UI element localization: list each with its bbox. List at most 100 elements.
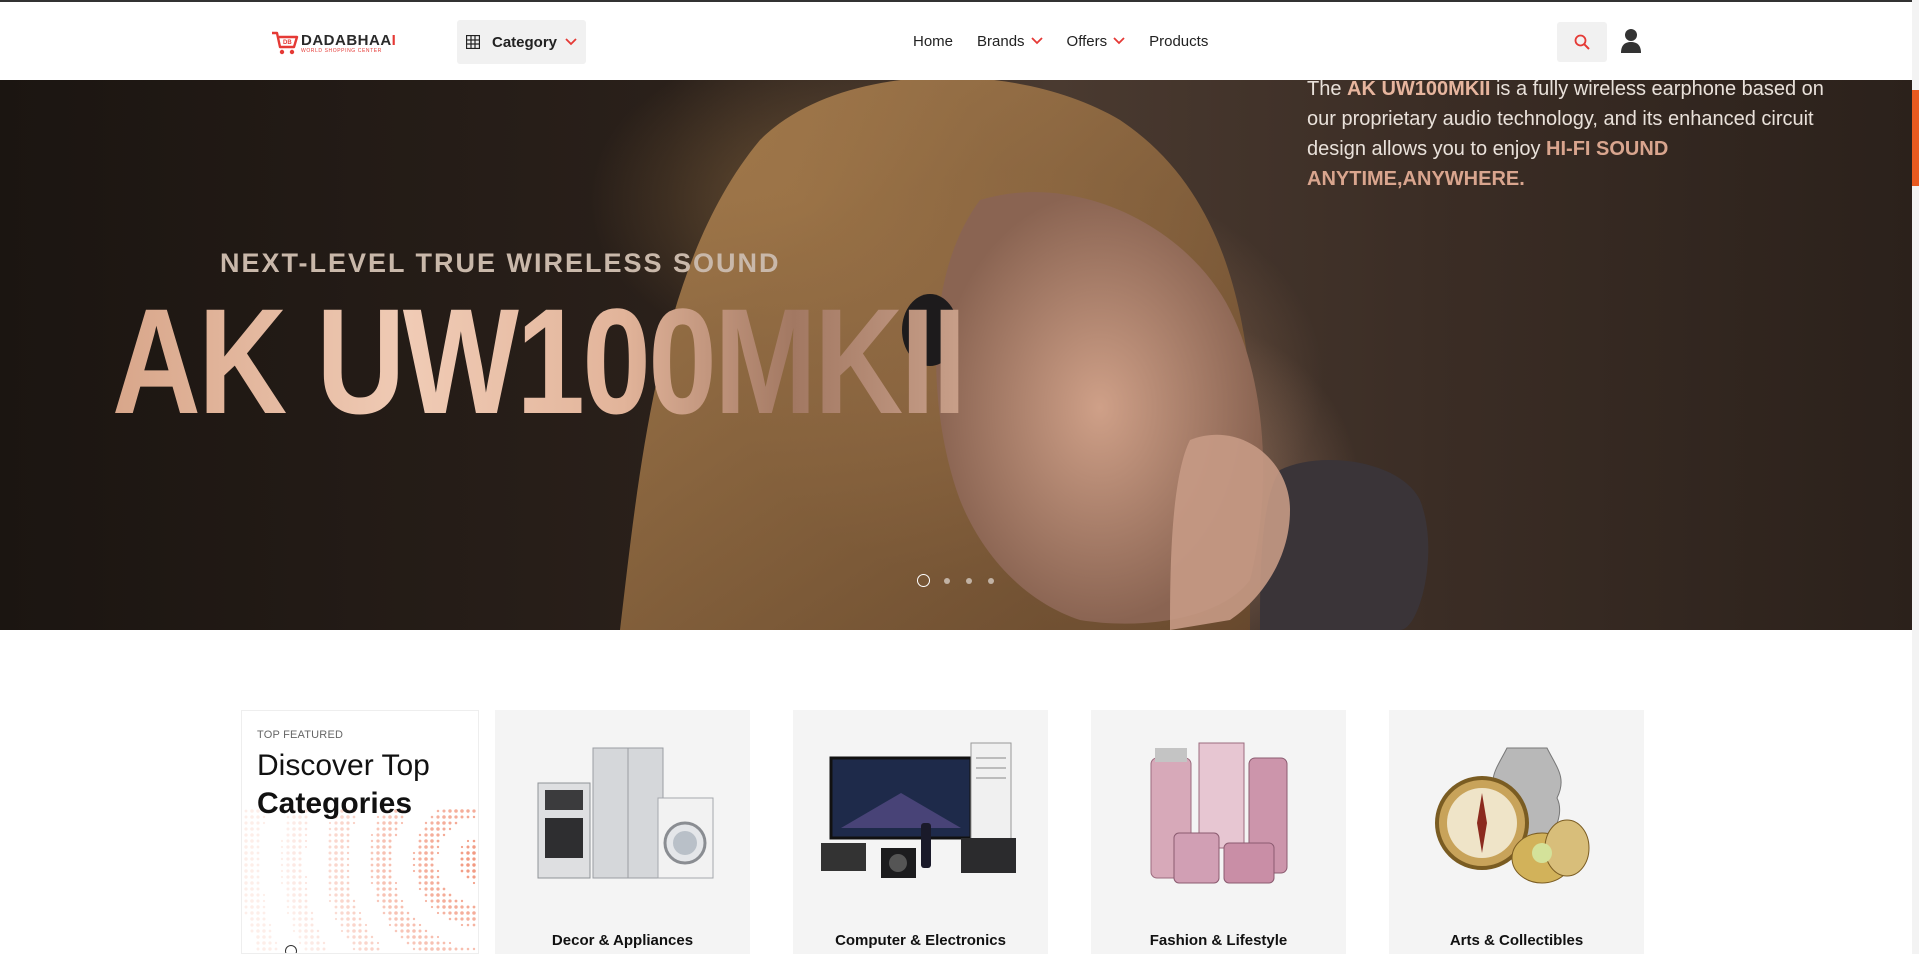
pattern-dot <box>340 911 344 915</box>
pattern-dot <box>412 923 416 927</box>
pattern-dot <box>382 851 386 855</box>
carousel-dot-2[interactable] <box>944 577 950 584</box>
pattern-dot <box>460 899 464 903</box>
pattern-dot <box>442 893 446 897</box>
user-icon[interactable] <box>1620 28 1642 54</box>
pattern-dot <box>328 857 332 861</box>
carousel-dot-4[interactable] <box>988 577 994 584</box>
pattern-dot <box>406 923 410 927</box>
pattern-dot <box>334 893 338 897</box>
pattern-dot <box>424 881 428 885</box>
pattern-dot <box>460 911 464 915</box>
slider-handle[interactable] <box>285 945 297 953</box>
nav-brands[interactable]: Brands <box>977 33 1043 50</box>
pattern-dot <box>292 911 296 915</box>
pattern-dot <box>466 923 470 927</box>
dot-pattern-decoration <box>244 809 476 951</box>
hero-title: AK UW100MKII <box>112 275 967 448</box>
pattern-dot <box>472 809 476 813</box>
pattern-dot <box>382 863 386 867</box>
pattern-dot <box>340 869 344 873</box>
pattern-dot <box>430 893 434 897</box>
pattern-dot <box>472 815 476 819</box>
category-card-fashion-lifestyle[interactable]: Fashion & Lifestyle <box>1091 710 1346 954</box>
pattern-dot <box>400 917 404 921</box>
pattern-dot <box>250 809 254 813</box>
scroll-thumb[interactable] <box>1912 90 1919 186</box>
featured-heading-line2: Categories <box>257 787 413 820</box>
pattern-dot <box>436 869 440 873</box>
pattern-dot <box>424 827 428 831</box>
pattern-dot <box>466 869 470 873</box>
pattern-dot <box>250 827 254 831</box>
pattern-dot <box>388 899 392 903</box>
search-icon <box>1574 34 1590 50</box>
pattern-dot <box>382 839 386 843</box>
hero-banner[interactable]: NEXT-LEVEL TRUE WIRELESS SOUND AK UW100M… <box>0 80 1912 630</box>
pattern-dot <box>280 857 284 861</box>
carousel-dot-3[interactable] <box>966 577 972 584</box>
category-label: Category <box>492 33 558 51</box>
pattern-dot <box>292 899 296 903</box>
category-card-arts-collectibles[interactable]: Arts & Collectibles <box>1389 710 1644 954</box>
pattern-dot <box>412 941 416 945</box>
pattern-dot <box>364 941 368 945</box>
pattern-dot <box>448 947 452 951</box>
pattern-dot <box>376 863 380 867</box>
pattern-dot <box>292 905 296 909</box>
pattern-dot <box>442 833 446 837</box>
pattern-dot <box>250 881 254 885</box>
pattern-dot <box>334 863 338 867</box>
pattern-dot <box>286 863 290 867</box>
pattern-dot <box>244 869 248 873</box>
pattern-dot <box>298 899 302 903</box>
site-logo[interactable]: DB DADABHAAI WORLD SHOPPING CENTER <box>271 27 421 59</box>
category-card-decor-appliances[interactable]: Decor & Appliances <box>495 710 750 954</box>
pattern-dot <box>298 941 302 945</box>
pattern-dot <box>292 923 296 927</box>
pattern-dot <box>250 899 254 903</box>
nav-home[interactable]: Home <box>913 33 953 50</box>
pattern-dot <box>292 833 296 837</box>
nav-offers[interactable]: Offers <box>1067 33 1126 50</box>
pattern-dot <box>334 857 338 861</box>
pattern-dot <box>466 947 470 951</box>
pattern-dot <box>436 893 440 897</box>
pattern-dot <box>376 941 380 945</box>
pattern-dot <box>394 911 398 915</box>
pattern-dot <box>352 947 356 951</box>
pattern-dot <box>250 845 254 849</box>
pattern-dot <box>436 947 440 951</box>
pattern-dot <box>436 827 440 831</box>
nav-products[interactable]: Products <box>1149 33 1208 50</box>
pattern-dot <box>418 923 422 927</box>
category-button[interactable]: Category <box>457 20 586 64</box>
pattern-dot <box>358 923 362 927</box>
pattern-dot <box>346 875 350 879</box>
pattern-dot <box>244 845 248 849</box>
pattern-dot <box>256 923 260 927</box>
pattern-dot <box>436 851 440 855</box>
pattern-dot <box>328 869 332 873</box>
pattern-dot <box>466 845 470 849</box>
pattern-dot <box>472 869 476 873</box>
pattern-dot <box>292 887 296 891</box>
pattern-dot <box>244 911 248 915</box>
pattern-dot <box>292 917 296 921</box>
pattern-dot <box>328 875 332 879</box>
pattern-dot <box>244 899 248 903</box>
pattern-dot <box>262 899 266 903</box>
pattern-dot <box>334 911 338 915</box>
pattern-dot <box>322 947 326 951</box>
pattern-dot <box>286 893 290 897</box>
pattern-dot <box>388 917 392 921</box>
pattern-dot <box>328 821 332 825</box>
pattern-dot <box>286 821 290 825</box>
carousel-dot-1[interactable] <box>917 574 930 587</box>
category-card-computer-electronics[interactable]: Computer & Electronics <box>793 710 1048 954</box>
pattern-dot <box>424 947 428 951</box>
scroll-indicator[interactable] <box>1912 0 1919 954</box>
search-button[interactable] <box>1557 22 1607 62</box>
pattern-dot <box>346 929 350 933</box>
pattern-dot <box>346 839 350 843</box>
